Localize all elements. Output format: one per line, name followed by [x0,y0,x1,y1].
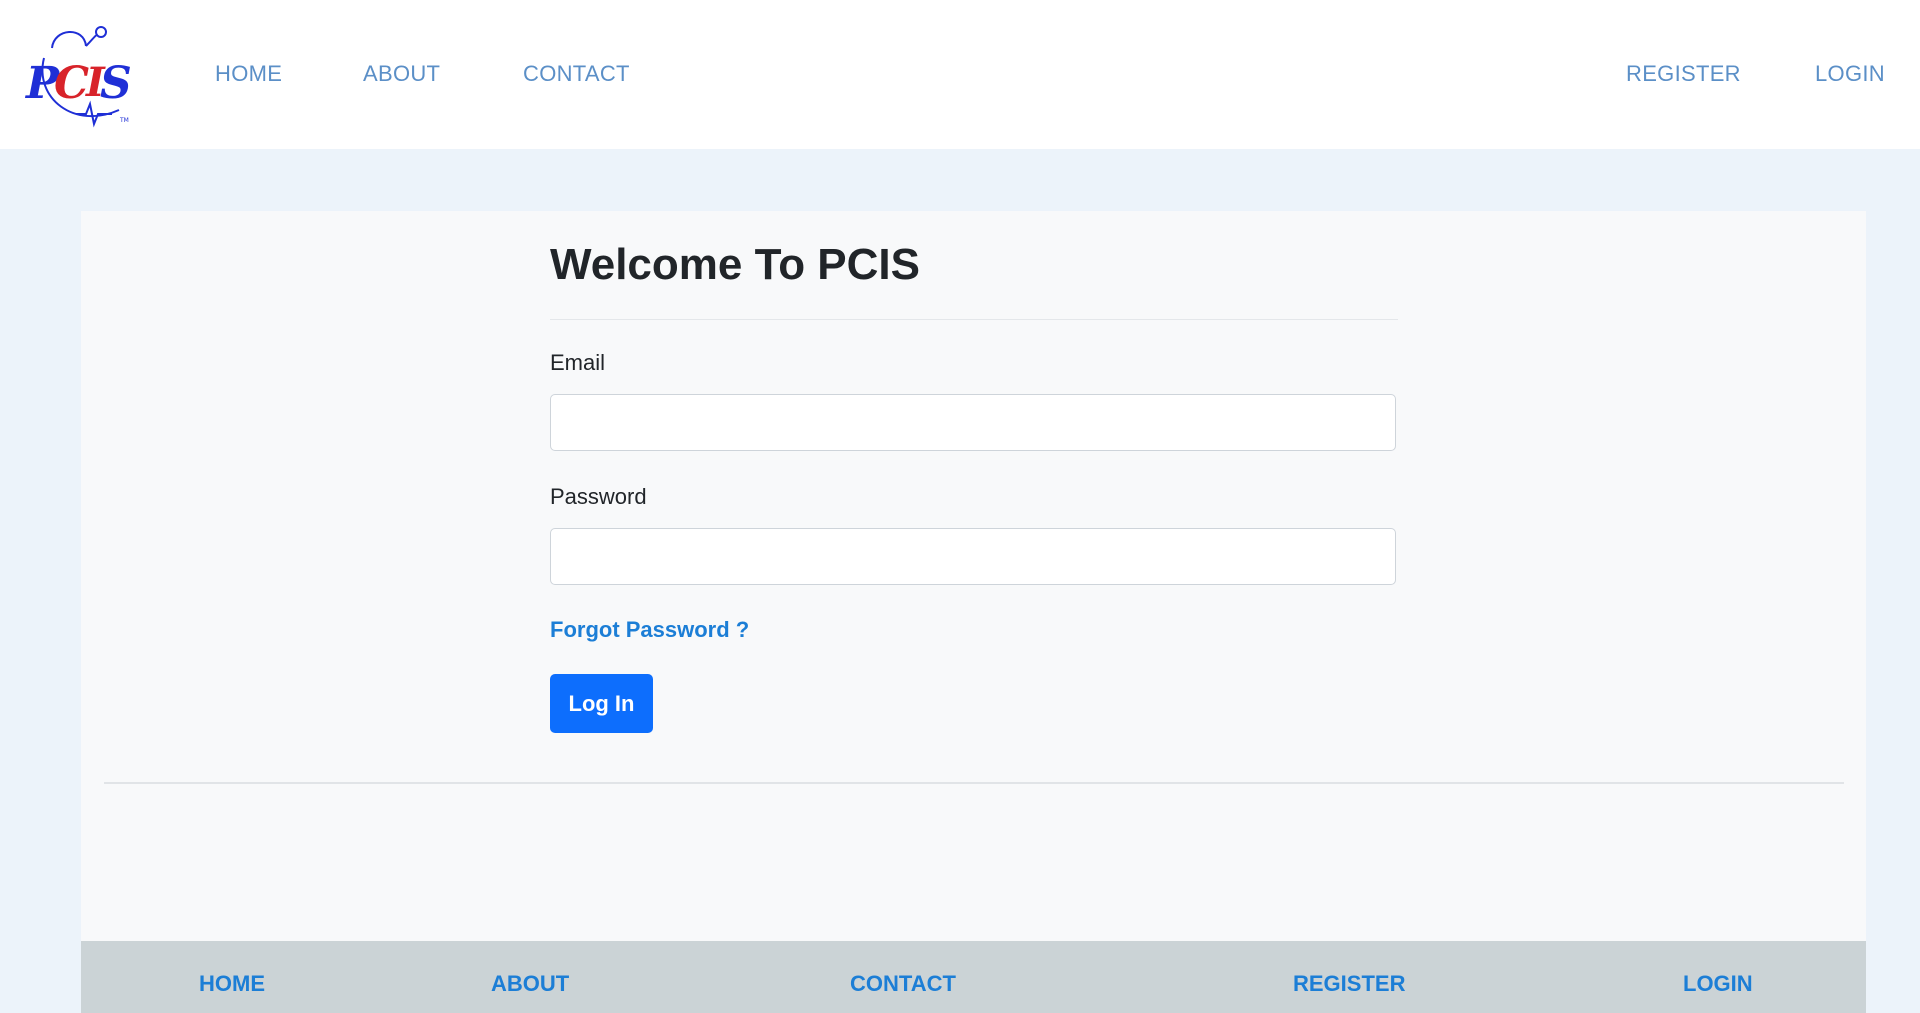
pcis-logo[interactable]: P C I S TM [24,18,148,128]
title-divider [550,319,1398,320]
svg-text:TM: TM [119,117,129,124]
svg-text:S: S [100,58,132,109]
forgot-password-link[interactable]: Forgot Password ? [550,617,749,643]
footer-register-link[interactable]: REGISTER [1293,971,1405,997]
login-button[interactable]: Log In [550,674,653,733]
footer-home-link[interactable]: HOME [199,971,265,997]
email-input[interactable] [550,394,1396,451]
email-label: Email [550,350,606,375]
nav-home-link[interactable]: HOME [215,61,282,87]
login-card [81,211,1866,1013]
password-label: Password [550,484,647,509]
footer-contact-link[interactable]: CONTACT [850,971,956,997]
card-divider [104,782,1844,784]
nav-register-link[interactable]: REGISTER [1626,61,1741,87]
nav-login-link[interactable]: LOGIN [1815,61,1885,87]
page-title: Welcome To PCIS [550,240,921,289]
footer-bar [81,941,1866,1013]
nav-contact-link[interactable]: CONTACT [523,61,630,87]
password-input[interactable] [550,528,1396,585]
nav-about-link[interactable]: ABOUT [363,61,440,87]
footer-login-link[interactable]: LOGIN [1683,971,1753,997]
top-navbar: P C I S TM HOME ABOUT CONTACT REGISTER L… [0,0,1920,149]
footer-about-link[interactable]: ABOUT [491,971,569,997]
svg-text:C: C [54,58,89,109]
